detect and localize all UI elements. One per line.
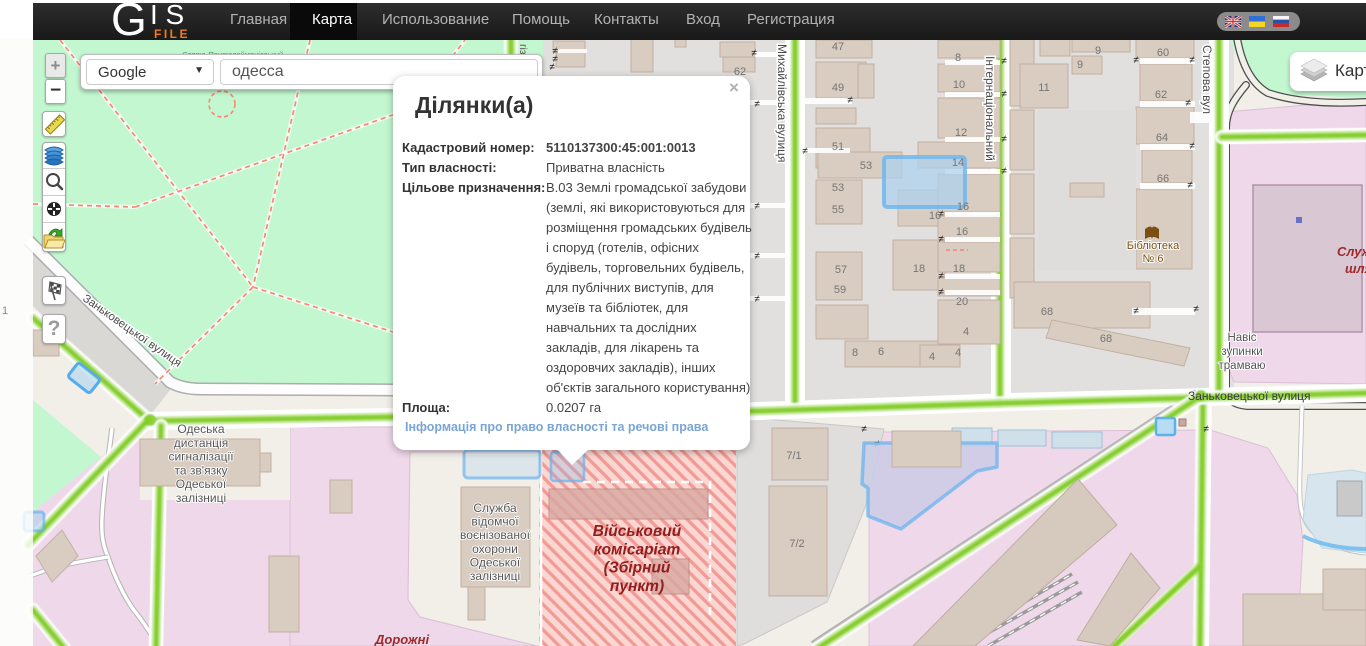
svg-text:дистанція: дистанція — [174, 436, 228, 450]
svg-text:≠: ≠ — [1001, 134, 1007, 145]
svg-text:10: 10 — [953, 79, 965, 91]
svg-text:≠: ≠ — [1203, 424, 1209, 435]
svg-text:Бібліотека: Бібліотека — [1127, 240, 1180, 252]
svg-text:8: 8 — [955, 52, 961, 64]
svg-text:відомчої: відомчої — [471, 515, 519, 529]
svg-text:64: 64 — [1156, 132, 1168, 144]
svg-text:Степова вул: Степова вул — [1200, 45, 1214, 114]
svg-text:7/2: 7/2 — [789, 538, 804, 550]
svg-text:Одеська: Одеська — [177, 422, 225, 436]
svg-text:Навіс: Навіс — [1227, 332, 1256, 344]
svg-text:Заньковецької вулиця: Заньковецької вулиця — [1188, 389, 1311, 403]
svg-text:55: 55 — [832, 204, 844, 216]
svg-text:≠: ≠ — [1133, 55, 1139, 66]
svg-text:зупинки: зупинки — [1221, 346, 1262, 358]
svg-text:4: 4 — [963, 326, 969, 338]
svg-text:≠: ≠ — [1189, 141, 1195, 152]
svg-text:≠: ≠ — [754, 99, 760, 110]
svg-text:≠: ≠ — [938, 271, 944, 282]
svg-text:4: 4 — [929, 351, 935, 363]
svg-text:≠: ≠ — [1187, 180, 1193, 191]
svg-text:9: 9 — [1095, 45, 1101, 57]
svg-text:≠: ≠ — [751, 48, 757, 59]
svg-text:≠: ≠ — [1133, 306, 1139, 317]
svg-text:16: 16 — [957, 201, 969, 213]
svg-text:≠: ≠ — [802, 146, 808, 157]
svg-text:16: 16 — [956, 226, 968, 238]
svg-text:6: 6 — [878, 346, 884, 358]
svg-text:16: 16 — [929, 210, 941, 222]
svg-text:та зв'язку: та зв'язку — [175, 463, 228, 477]
svg-text:≠: ≠ — [847, 95, 853, 106]
svg-text:11: 11 — [1038, 82, 1049, 94]
svg-text:залізниці: залізниці — [470, 569, 520, 583]
svg-text:68: 68 — [1100, 333, 1112, 345]
svg-text:66: 66 — [1157, 173, 1169, 185]
svg-text:трамваю: трамваю — [1219, 360, 1266, 372]
svg-text:≠: ≠ — [1185, 98, 1191, 109]
svg-text:60: 60 — [1157, 47, 1169, 59]
svg-text:≠: ≠ — [754, 294, 760, 305]
svg-text:≠: ≠ — [549, 62, 555, 73]
svg-text:Одеської: Одеської — [470, 555, 521, 569]
svg-text:47: 47 — [832, 41, 844, 53]
svg-text:№ 6: № 6 — [1143, 253, 1164, 265]
svg-text:8: 8 — [852, 347, 858, 359]
svg-text:шля: шля — [1345, 261, 1366, 276]
svg-text:сигналізації: сигналізації — [168, 450, 234, 464]
svg-text:≠: ≠ — [1001, 166, 1007, 177]
svg-text:Служ: Служ — [1337, 244, 1366, 259]
svg-text:Інтернаціональний: Інтернаціональний — [983, 56, 997, 161]
svg-text:14: 14 — [952, 157, 964, 169]
svg-text:51: 51 — [832, 141, 844, 153]
svg-text:комісаріат: комісаріат — [594, 541, 681, 558]
svg-text:59: 59 — [834, 284, 846, 296]
svg-text:≠: ≠ — [754, 201, 760, 212]
svg-text:68: 68 — [1041, 306, 1053, 318]
svg-text:≠: ≠ — [1001, 56, 1007, 67]
svg-text:≠: ≠ — [1193, 304, 1199, 315]
svg-text:Михайлівська вулиця: Михайлівська вулиця — [775, 44, 789, 163]
svg-text:9: 9 — [1077, 59, 1083, 71]
svg-text:Служба: Служба — [473, 501, 517, 515]
svg-text:≠: ≠ — [938, 234, 944, 245]
svg-text:57: 57 — [835, 264, 847, 276]
svg-text:≠: ≠ — [938, 287, 944, 298]
svg-text:воєнізованої: воєнізованої — [460, 528, 531, 542]
svg-text:Одеської: Одеської — [176, 477, 227, 491]
svg-text:≠: ≠ — [1001, 89, 1007, 100]
svg-text:≠: ≠ — [861, 424, 867, 435]
svg-text:≠: ≠ — [1189, 55, 1195, 66]
svg-text:4: 4 — [955, 347, 961, 359]
svg-text:53: 53 — [860, 160, 872, 172]
svg-text:18: 18 — [913, 263, 925, 275]
svg-text:62: 62 — [1155, 89, 1167, 101]
svg-text:≠: ≠ — [754, 251, 760, 262]
svg-text:7/1: 7/1 — [786, 450, 801, 462]
svg-text:охорони: охорони — [472, 542, 518, 556]
svg-text:пункт): пункт) — [610, 578, 664, 595]
svg-text:Дорожні: Дорожні — [374, 632, 429, 646]
svg-text:53: 53 — [832, 182, 844, 194]
svg-text:залізниці: залізниці — [176, 491, 226, 505]
svg-text:20: 20 — [956, 296, 968, 308]
svg-text:(Збірний: (Збірний — [604, 560, 671, 577]
svg-text:12: 12 — [955, 127, 967, 139]
svg-text:49: 49 — [832, 82, 844, 94]
svg-text:18: 18 — [953, 263, 965, 275]
svg-text:Військовий: Військовий — [593, 523, 682, 540]
